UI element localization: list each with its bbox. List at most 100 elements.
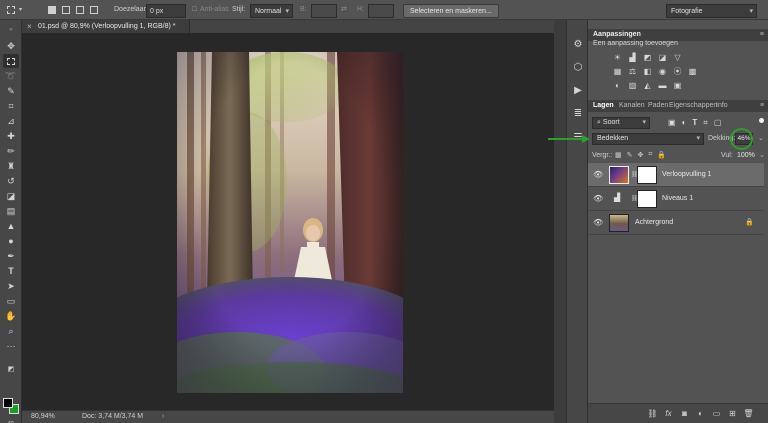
panel-menu-icon[interactable]: ≡: [760, 29, 764, 41]
pen-tool-icon[interactable]: ✒: [3, 249, 19, 263]
gradient-tool-icon[interactable]: ▤: [3, 204, 19, 218]
exposure-icon[interactable]: ◪: [657, 52, 668, 62]
threshold-icon[interactable]: ◭: [642, 80, 653, 90]
select-and-mask-button[interactable]: Selecteren en maskeren...: [403, 4, 499, 18]
tab-channels[interactable]: Kanalen: [619, 100, 645, 112]
curves-icon[interactable]: ◩: [642, 52, 653, 62]
layer-row-gradient-fill[interactable]: 👁 ⛓ Verloopvulling 1: [588, 163, 764, 187]
type-tool-icon[interactable]: T: [3, 264, 19, 278]
more-tools-icon[interactable]: ⋯: [3, 339, 19, 353]
canvas-photo[interactable]: [177, 52, 403, 393]
subtract-selection-icon[interactable]: [73, 3, 87, 17]
color-lookup-icon[interactable]: ▩: [687, 66, 698, 76]
hue-saturation-icon[interactable]: ▦: [612, 66, 623, 76]
feather-input[interactable]: 0 px: [146, 4, 186, 18]
brightness-icon[interactable]: ☀: [612, 52, 623, 62]
status-menu-chevron-icon[interactable]: ›: [162, 413, 164, 420]
fill-chevron-icon[interactable]: ⌄: [759, 151, 765, 159]
marquee-tool-preset-icon[interactable]: [4, 3, 18, 17]
zoom-level[interactable]: 80,94%: [31, 413, 55, 420]
lock-artboard-icon[interactable]: ⌗: [648, 151, 652, 159]
canvas-area[interactable]: [22, 33, 554, 410]
healing-brush-tool-icon[interactable]: ✚: [3, 129, 19, 143]
photo-filter-icon[interactable]: ◉: [657, 66, 668, 76]
style-select[interactable]: Normaal: [250, 4, 293, 19]
eyedropper-tool-icon[interactable]: ⊿: [3, 114, 19, 128]
fill-value[interactable]: 100%: [737, 152, 755, 159]
black-white-icon[interactable]: ◧: [642, 66, 653, 76]
eye-icon[interactable]: 👁: [593, 218, 603, 227]
new-layer-icon[interactable]: ⊞: [727, 408, 738, 419]
add-selection-icon[interactable]: [59, 3, 73, 17]
properties-panel-icon[interactable]: ⚙: [570, 36, 586, 52]
blur-tool-icon[interactable]: ▲: [3, 219, 19, 233]
new-adjustment-icon[interactable]: ◐: [695, 408, 706, 419]
filter-toggle-icon[interactable]: [759, 118, 764, 123]
history-brush-tool-icon[interactable]: ↺: [3, 174, 19, 188]
opacity-chevron-icon[interactable]: ⌄: [758, 134, 764, 142]
3d-panel-icon[interactable]: ⬡: [570, 59, 586, 75]
width-input[interactable]: [311, 4, 337, 18]
brush-tool-icon[interactable]: ✏: [3, 144, 19, 158]
path-selection-tool-icon[interactable]: ➤: [3, 279, 19, 293]
height-input[interactable]: [368, 4, 394, 18]
clone-stamp-tool-icon[interactable]: ♜: [3, 159, 19, 173]
eye-icon[interactable]: 👁: [593, 170, 603, 179]
eye-icon[interactable]: 👁: [593, 194, 603, 203]
gradient-map-icon[interactable]: ▬: [657, 80, 668, 90]
blend-mode-select[interactable]: Bedekken: [592, 133, 704, 145]
lock-position-icon[interactable]: ✥: [638, 151, 644, 159]
quick-mask-icon[interactable]: ◎: [3, 416, 19, 423]
layer-style-icon[interactable]: fx: [663, 408, 674, 419]
close-icon[interactable]: ×: [27, 20, 32, 33]
levels-icon[interactable]: ▟: [627, 52, 638, 62]
move-tool-icon[interactable]: ✥: [3, 39, 19, 53]
lock-all-icon[interactable]: 🔒: [657, 151, 666, 159]
new-group-icon[interactable]: ▭: [711, 408, 722, 419]
filter-type-icon[interactable]: T: [692, 118, 697, 128]
dodge-tool-icon[interactable]: ●: [3, 234, 19, 248]
workspace-select[interactable]: Fotografie: [666, 4, 757, 19]
hand-tool-icon[interactable]: ✋: [3, 309, 19, 323]
link-layers-icon[interactable]: ⛓: [647, 408, 658, 419]
quick-selection-tool-icon[interactable]: ✎: [3, 84, 19, 98]
vibrance-icon[interactable]: ▽: [672, 52, 683, 62]
preset-chevron-icon[interactable]: ▾: [19, 3, 22, 17]
actions-panel-icon[interactable]: ▶: [570, 82, 586, 98]
filter-adjustment-icon[interactable]: ◐: [682, 118, 687, 128]
crop-tool-icon[interactable]: ⌗: [3, 99, 19, 113]
lock-icon[interactable]: 🔒: [745, 218, 754, 226]
layer-filter-kind[interactable]: ⌕ Soort: [592, 117, 650, 129]
history-panel-icon[interactable]: ≣: [570, 105, 586, 121]
layer-row-background[interactable]: 👁 Achtergrond 🔒: [588, 211, 764, 235]
tab-layers[interactable]: Lagen: [593, 100, 614, 112]
tab-properties[interactable]: Eigenschappen: [669, 100, 717, 112]
lasso-tool-icon[interactable]: ➰: [3, 69, 19, 83]
new-selection-icon[interactable]: [45, 3, 59, 17]
layers-panel-menu-icon[interactable]: ≡: [760, 100, 764, 112]
rectangular-marquee-tool-icon[interactable]: [3, 54, 19, 68]
posterize-icon[interactable]: ▨: [627, 80, 638, 90]
intersect-selection-icon[interactable]: [87, 3, 101, 17]
filter-smart-object-icon[interactable]: ▢: [714, 118, 722, 128]
tab-info[interactable]: Info: [716, 100, 728, 112]
tab-paths[interactable]: Paden: [648, 100, 668, 112]
channel-mixer-icon[interactable]: ⦿: [672, 66, 683, 76]
antialias-checkbox-icon[interactable]: ☐: [192, 3, 197, 17]
invert-icon[interactable]: ◐: [612, 80, 623, 90]
foreground-color-swatch[interactable]: [3, 398, 13, 408]
swap-dimensions-icon[interactable]: ⇄: [341, 3, 347, 17]
layer-row-levels[interactable]: 👁 ▟ ⛓ Niveaus 1: [588, 187, 764, 211]
add-mask-icon[interactable]: ◙: [679, 408, 690, 419]
lock-transparent-icon[interactable]: ▦: [615, 151, 622, 159]
zoom-tool-icon[interactable]: ⌕: [3, 324, 19, 338]
delete-layer-icon[interactable]: 🗑: [743, 408, 754, 419]
default-colors-icon[interactable]: ◩: [3, 362, 19, 376]
eraser-tool-icon[interactable]: ◪: [3, 189, 19, 203]
lock-pixels-icon[interactable]: ✎: [627, 151, 633, 159]
rectangle-tool-icon[interactable]: ▭: [3, 294, 19, 308]
filter-pixel-icon[interactable]: ▣: [668, 118, 676, 128]
vertical-scrollbar[interactable]: [554, 20, 566, 423]
selective-color-icon[interactable]: ▣: [672, 80, 683, 90]
tools-collapse-icon[interactable]: »: [3, 23, 19, 37]
